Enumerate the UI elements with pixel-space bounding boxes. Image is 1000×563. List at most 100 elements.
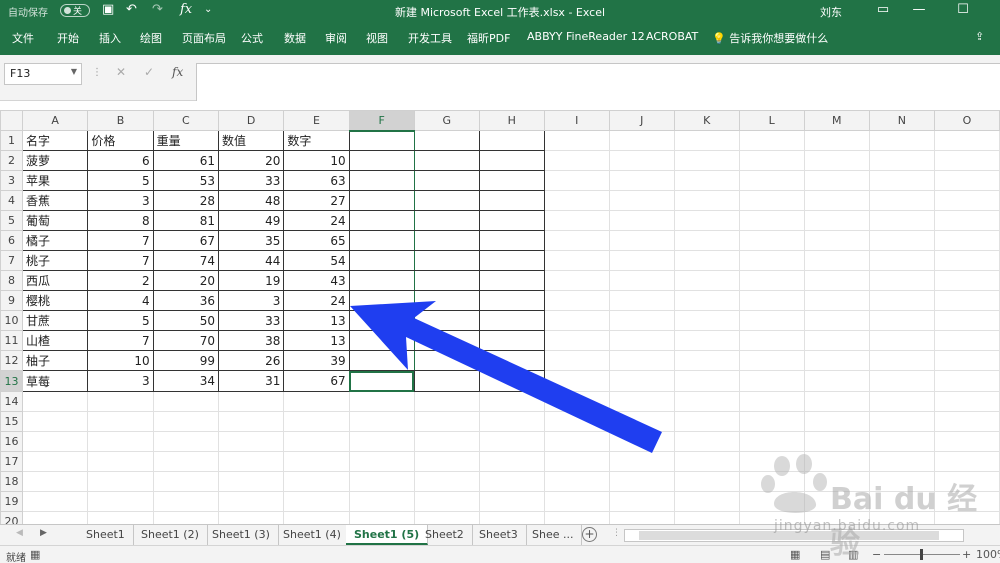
cell[interactable]: 西瓜 (21, 270, 89, 291)
macro-record-icon[interactable]: ▦ (30, 548, 40, 561)
cell[interactable] (608, 350, 675, 371)
cell[interactable] (348, 210, 415, 231)
cell[interactable] (868, 451, 935, 472)
cell[interactable] (803, 451, 870, 472)
cell[interactable] (478, 451, 545, 472)
cell[interactable] (348, 290, 415, 311)
cell[interactable] (868, 511, 935, 524)
cell[interactable] (283, 411, 350, 432)
cell[interactable] (478, 350, 545, 371)
column-header[interactable]: N (868, 110, 935, 131)
cell[interactable] (608, 330, 675, 351)
row-header[interactable]: 8 (0, 270, 23, 291)
cell[interactable]: 樱桃 (21, 290, 89, 311)
column-header[interactable]: M (803, 110, 870, 131)
sheet-tab[interactable]: Sheet3 (471, 525, 527, 545)
column-header[interactable]: A (21, 110, 89, 131)
cell[interactable] (608, 511, 675, 524)
row-header[interactable]: 11 (0, 330, 23, 351)
tab-developer[interactable]: 开发工具 (408, 30, 452, 46)
cell[interactable] (933, 451, 1000, 472)
cell[interactable] (738, 511, 805, 524)
cell[interactable] (868, 190, 935, 211)
row-header[interactable]: 15 (0, 411, 23, 432)
cell[interactable] (217, 471, 285, 492)
sheet-tab[interactable]: Sheet1 (2) (133, 525, 208, 545)
cell[interactable] (868, 230, 935, 251)
cell[interactable] (543, 330, 610, 351)
cell[interactable] (217, 511, 285, 524)
cell[interactable] (673, 290, 740, 311)
cell[interactable] (803, 511, 870, 524)
cell[interactable]: 19 (217, 270, 285, 291)
normal-view-icon[interactable]: ▦ (790, 548, 800, 561)
cell[interactable] (478, 330, 545, 351)
cell[interactable] (413, 170, 480, 191)
cell[interactable]: 7 (87, 230, 154, 251)
cell[interactable]: 13 (283, 310, 350, 331)
cell[interactable] (933, 511, 1000, 524)
scrollbar-thumb[interactable] (639, 531, 939, 540)
cell[interactable] (803, 290, 870, 311)
cell[interactable] (543, 451, 610, 472)
cell[interactable] (21, 451, 89, 472)
cell[interactable] (868, 210, 935, 231)
active-cell[interactable] (348, 370, 415, 392)
cell[interactable]: 香蕉 (21, 190, 89, 211)
cell[interactable] (803, 190, 870, 211)
column-header[interactable]: O (933, 110, 1000, 131)
cell[interactable] (868, 350, 935, 371)
cell[interactable] (413, 270, 480, 291)
cell[interactable]: 27 (283, 190, 350, 211)
cell[interactable]: 10 (283, 150, 350, 171)
cell[interactable] (543, 190, 610, 211)
cell[interactable] (868, 491, 935, 512)
cell[interactable]: 33 (217, 310, 285, 331)
cell[interactable]: 49 (217, 210, 285, 231)
cell[interactable]: 67 (152, 230, 220, 251)
cell[interactable] (868, 370, 935, 392)
cell[interactable] (673, 210, 740, 231)
row-header[interactable]: 4 (0, 190, 23, 211)
name-box[interactable]: F13 ▼ (4, 63, 82, 85)
cell[interactable]: 38 (217, 330, 285, 351)
cell[interactable] (348, 451, 415, 472)
cell[interactable] (868, 330, 935, 351)
cell[interactable] (87, 511, 154, 524)
cell[interactable]: 4 (87, 290, 154, 311)
zoom-level[interactable]: 100% (976, 548, 1000, 561)
sheet-tab[interactable]: Sheet1 (4) (275, 525, 350, 545)
select-all-corner[interactable] (0, 110, 23, 131)
cell[interactable] (673, 150, 740, 171)
cell[interactable] (478, 130, 545, 151)
minimize-icon[interactable]: — (904, 2, 934, 17)
cell[interactable] (413, 310, 480, 331)
prev-sheet-icon[interactable]: ◀ (16, 528, 23, 538)
cell[interactable] (348, 230, 415, 251)
cell[interactable] (478, 270, 545, 291)
cell[interactable] (803, 170, 870, 191)
cell[interactable] (478, 190, 545, 211)
zoom-slider-knob[interactable] (920, 549, 923, 560)
sheet-tab[interactable]: Sheet2 (417, 525, 473, 545)
cell[interactable] (283, 391, 350, 412)
cell[interactable] (608, 210, 675, 231)
cell[interactable] (933, 270, 1000, 291)
cell[interactable]: 70 (152, 330, 220, 351)
row-header[interactable]: 5 (0, 210, 23, 231)
cell[interactable] (152, 391, 220, 412)
cell[interactable]: 3 (87, 370, 154, 392)
maximize-icon[interactable]: ☐ (948, 2, 978, 17)
cell[interactable] (608, 170, 675, 191)
cell[interactable] (933, 250, 1000, 271)
insert-function-icon[interactable]: fx (172, 65, 183, 79)
cell[interactable] (803, 210, 870, 231)
row-header[interactable]: 16 (0, 431, 23, 452)
row-header[interactable]: 12 (0, 350, 23, 371)
cell[interactable] (608, 270, 675, 291)
cell[interactable] (868, 170, 935, 191)
cell-table[interactable]: ABCDEFGHIJKLMNO 1 名字 价格 重量 数值 数字 2 菠萝 6 61 20 10 3 苹果… (0, 110, 1000, 524)
cell[interactable] (348, 350, 415, 371)
cell[interactable] (543, 250, 610, 271)
cell[interactable]: 草莓 (21, 370, 89, 392)
